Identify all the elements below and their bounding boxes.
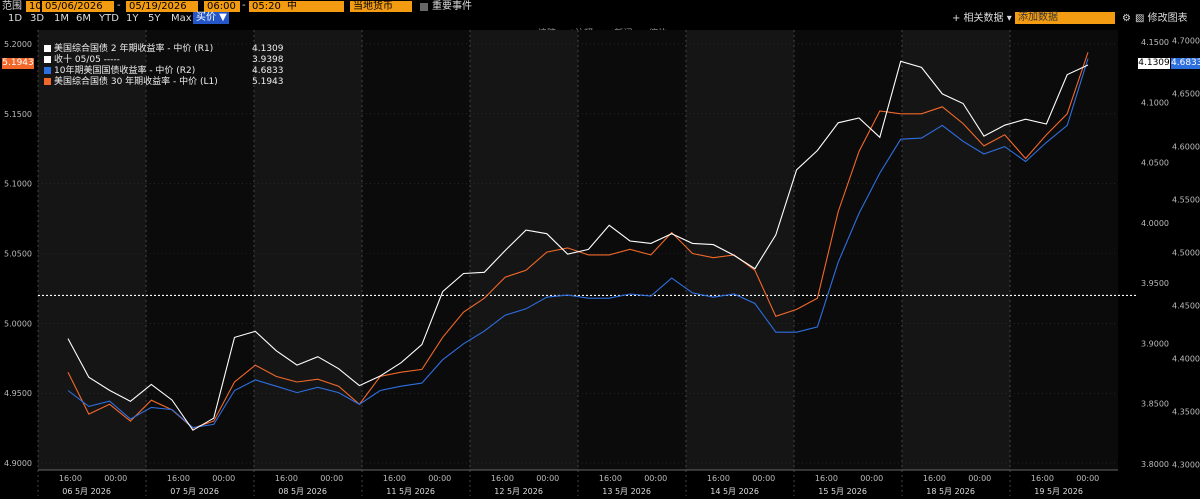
day-band bbox=[1010, 30, 1118, 470]
x-tick-label: 00:00 bbox=[428, 474, 451, 483]
x-tick-label: 16:00 bbox=[923, 474, 946, 483]
day-band bbox=[362, 30, 470, 470]
r1-tick-label: 4.0500 bbox=[1141, 159, 1169, 168]
left-tick-label: 5.1000 bbox=[4, 180, 32, 189]
legend-swatch bbox=[44, 67, 51, 74]
x-tick-label: 16:00 bbox=[59, 474, 82, 483]
left-tick-label: 5.1500 bbox=[4, 110, 32, 119]
r2-tick-label: 4.4500 bbox=[1172, 302, 1200, 311]
r2-tick-label: 4.6500 bbox=[1172, 90, 1200, 99]
legend-item: 10年期美国国债收益率 - 中价 (R2) bbox=[44, 66, 195, 77]
left-tick-label: 4.9500 bbox=[4, 389, 32, 398]
r1-tick-label: 4.1000 bbox=[1141, 98, 1169, 107]
left-axis-badge: 5.1943 bbox=[2, 58, 34, 69]
left-tick-label: 5.2000 bbox=[4, 40, 32, 49]
legend-swatch bbox=[44, 56, 51, 63]
r2-tick-label: 4.4000 bbox=[1172, 355, 1200, 364]
r1-tick-label: 3.8500 bbox=[1141, 400, 1169, 409]
x-day-label: 12 5月 2026 bbox=[494, 487, 543, 496]
x-tick-label: 16:00 bbox=[707, 474, 730, 483]
r1-axis-badge: 4.1309 bbox=[1138, 58, 1170, 69]
legend-value: 4.1309 bbox=[252, 44, 284, 54]
x-tick-label: 00:00 bbox=[1076, 474, 1099, 483]
day-band bbox=[146, 30, 254, 470]
legend-value: 5.1943 bbox=[252, 77, 284, 87]
x-tick-label: 00:00 bbox=[968, 474, 991, 483]
x-day-label: 15 5月 2026 bbox=[818, 487, 867, 496]
x-day-label: 19 5月 2026 bbox=[1034, 487, 1083, 496]
r2-axis-badge: 4.6833 bbox=[1171, 58, 1200, 69]
x-day-label: 08 5月 2026 bbox=[278, 487, 327, 496]
r1-tick-label: 3.9500 bbox=[1141, 279, 1169, 288]
legend-label: 收十 05/05 ----- bbox=[54, 55, 120, 65]
x-tick-label: 16:00 bbox=[383, 474, 406, 483]
r1-tick-label: 3.9000 bbox=[1141, 339, 1169, 348]
r2-tick-label: 4.3500 bbox=[1172, 408, 1200, 417]
day-band bbox=[470, 30, 578, 470]
x-tick-label: 00:00 bbox=[644, 474, 667, 483]
r2-tick-label: 4.5500 bbox=[1172, 196, 1200, 205]
day-band bbox=[902, 30, 1010, 470]
legend-item: 美国综合国债 30 年期收益率 - 中价 (L1) bbox=[44, 77, 218, 88]
left-tick-label: 5.0000 bbox=[4, 319, 32, 328]
r2-tick-label: 4.6000 bbox=[1172, 143, 1200, 152]
legend-item: 收十 05/05 ----- bbox=[44, 55, 120, 66]
x-tick-label: 16:00 bbox=[167, 474, 190, 483]
x-tick-label: 16:00 bbox=[815, 474, 838, 483]
r2-tick-label: 4.7000 bbox=[1172, 37, 1200, 46]
x-tick-label: 16:00 bbox=[275, 474, 298, 483]
x-tick-label: 16:00 bbox=[599, 474, 622, 483]
x-tick-label: 00:00 bbox=[212, 474, 235, 483]
x-tick-label: 00:00 bbox=[860, 474, 883, 483]
x-tick-label: 00:00 bbox=[752, 474, 775, 483]
day-band bbox=[254, 30, 362, 470]
legend-value: 3.9398 bbox=[252, 55, 284, 65]
x-day-label: 18 5月 2026 bbox=[926, 487, 975, 496]
day-band bbox=[686, 30, 794, 470]
legend-item: 美国综合国债 2 年期收益率 - 中价 (R1) bbox=[44, 44, 213, 55]
x-tick-label: 00:00 bbox=[104, 474, 127, 483]
x-day-label: 06 5月 2026 bbox=[62, 487, 111, 496]
r2-tick-label: 4.5000 bbox=[1172, 249, 1200, 258]
day-band bbox=[38, 30, 146, 470]
r1-tick-label: 4.0000 bbox=[1141, 219, 1169, 228]
r1-tick-label: 3.8000 bbox=[1141, 460, 1169, 469]
x-day-label: 07 5月 2026 bbox=[170, 487, 219, 496]
r1-tick-label: 4.1500 bbox=[1141, 38, 1169, 47]
legend-value: 4.6833 bbox=[252, 66, 284, 76]
x-tick-label: 00:00 bbox=[320, 474, 343, 483]
x-day-label: 11 5月 2026 bbox=[386, 487, 435, 496]
legend-label: 美国综合国债 2 年期收益率 - 中价 (R1) bbox=[54, 44, 214, 54]
x-tick-label: 16:00 bbox=[491, 474, 514, 483]
x-tick-label: 00:00 bbox=[536, 474, 559, 483]
legend-label: 美国综合国债 30 年期收益率 - 中价 (L1) bbox=[54, 77, 218, 87]
x-day-label: 13 5月 2026 bbox=[602, 487, 651, 496]
legend-swatch bbox=[44, 78, 51, 85]
legend-label: 10年期美国国债收益率 - 中价 (R2) bbox=[54, 66, 196, 76]
x-tick-label: 16:00 bbox=[1031, 474, 1054, 483]
left-tick-label: 5.0500 bbox=[4, 249, 32, 258]
left-tick-label: 4.9000 bbox=[4, 459, 32, 468]
x-day-label: 14 5月 2026 bbox=[710, 487, 759, 496]
r2-tick-label: 4.3000 bbox=[1172, 461, 1200, 470]
legend-swatch bbox=[44, 45, 51, 52]
day-band bbox=[794, 30, 902, 470]
